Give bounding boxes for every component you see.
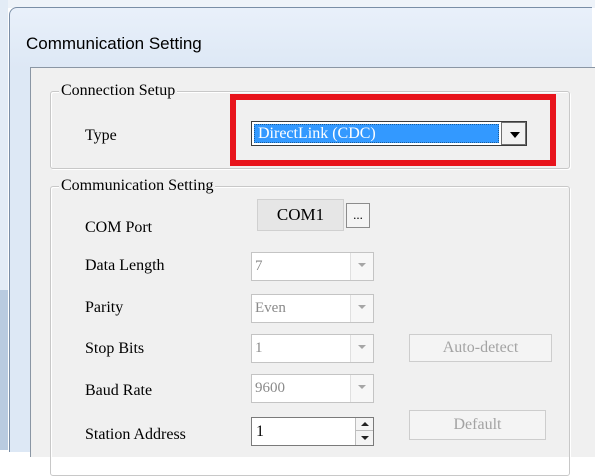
parity-label: Parity — [85, 299, 124, 316]
data-length-value: 7 — [255, 258, 263, 274]
com-port-browse-button[interactable]: ... — [346, 203, 370, 228]
default-button[interactable]: Default — [409, 410, 546, 440]
stepper-down-icon[interactable] — [356, 431, 373, 444]
baud-rate-label: Baud Rate — [85, 382, 153, 399]
chevron-down-icon[interactable] — [350, 295, 373, 322]
stepper-up-icon[interactable] — [356, 418, 373, 431]
highlight-box — [230, 94, 556, 166]
chevron-down-icon[interactable] — [350, 375, 373, 402]
data-length-label: Data Length — [85, 257, 165, 274]
desktop-strip — [0, 290, 8, 450]
parity-value: Even — [255, 300, 286, 316]
stop-bits-value: 1 — [255, 340, 263, 356]
connection-setup-legend: Connection Setup — [59, 81, 178, 101]
stepper-buttons — [355, 418, 373, 445]
station-address-value: 1 — [256, 423, 264, 440]
baud-rate-value: 9600 — [255, 380, 285, 396]
auto-detect-button[interactable]: Auto-detect — [409, 334, 552, 362]
chevron-down-icon[interactable] — [350, 253, 373, 280]
stop-bits-label: Stop Bits — [85, 340, 145, 357]
com-port-button[interactable]: COM1 — [257, 199, 344, 231]
data-length-dropdown[interactable]: 7 — [251, 252, 374, 281]
type-label: Type — [85, 127, 117, 144]
station-address-stepper[interactable]: 1 — [251, 417, 374, 446]
baud-rate-dropdown[interactable]: 9600 — [251, 374, 374, 403]
window-title: Communication Setting — [26, 34, 202, 53]
chevron-down-icon[interactable] — [350, 335, 373, 362]
stop-bits-dropdown[interactable]: 1 — [251, 334, 374, 363]
communication-setting-legend: Communication Setting — [59, 176, 216, 196]
station-address-label: Station Address — [85, 426, 186, 443]
com-port-label: COM Port — [85, 219, 153, 236]
desktop-background-left — [0, 0, 8, 450]
parity-dropdown[interactable]: Even — [251, 294, 374, 323]
